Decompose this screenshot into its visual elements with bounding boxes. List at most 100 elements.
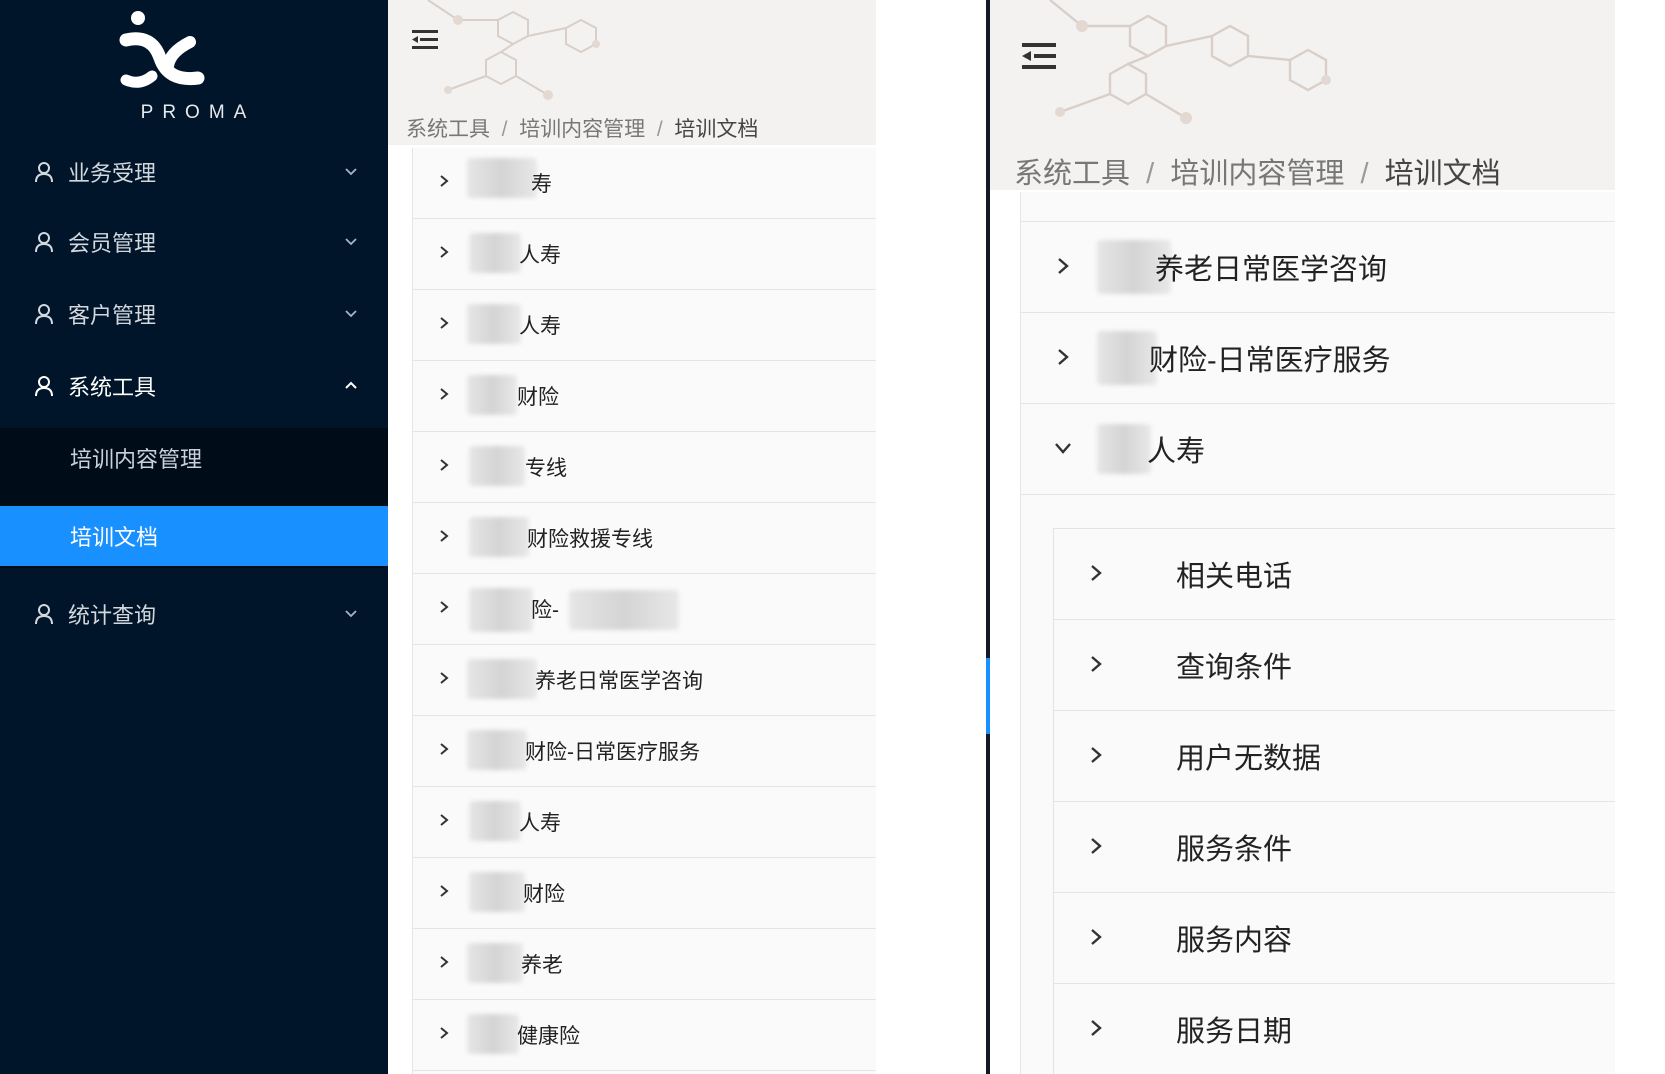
document-collapse-list: 寿 人寿 人寿 财险 专线 财险救援专线 险- 养老日常医学咨询 财险-日常医疗…	[412, 148, 876, 1074]
nested-item-label: 服务内容	[1176, 925, 1293, 957]
menu-item-business[interactable]: 业务受理	[0, 136, 388, 208]
collapse-item[interactable]: 财险-日常医疗服务	[413, 716, 876, 787]
user-icon	[35, 232, 53, 253]
nested-collapse-item[interactable]: 相关电话	[1054, 529, 1615, 620]
chevron-right-icon	[440, 601, 449, 613]
breadcrumb-item[interactable]: 系统工具	[406, 118, 490, 141]
menu-fold-icon[interactable]	[1020, 40, 1060, 72]
menu-item-label: 系统工具	[68, 375, 157, 400]
breadcrumb-item[interactable]: 培训内容管理	[519, 118, 645, 141]
chevron-right-icon	[1091, 838, 1102, 854]
breadcrumb: 系统工具 / 培训内容管理 / 培训文档	[1014, 158, 1501, 190]
chevron-down-icon	[345, 310, 357, 318]
collapse-item[interactable]: 养老日常医学咨询	[1021, 222, 1615, 313]
nested-item-label: 相关电话	[1176, 561, 1293, 593]
user-icon	[35, 604, 53, 625]
chevron-up-icon	[345, 381, 357, 389]
menu-item-system-tools[interactable]: 系统工具	[0, 350, 388, 422]
nested-collapse-list: 相关电话 查询条件 用户无数据 服务条件 服务内容 服务日期	[1053, 528, 1615, 1074]
collapse-item-label: 财险	[523, 883, 565, 906]
chevron-down-icon	[345, 238, 357, 246]
chevron-right-icon	[440, 459, 449, 471]
sidebar: PROMA 业务受理 会员管理 客户管理 系统工具 培训内容管理 培训文档 统计…	[0, 0, 388, 1074]
menu-item-members[interactable]: 会员管理	[0, 206, 388, 278]
nested-item-label: 用户无数据	[1176, 743, 1322, 775]
breadcrumb-item[interactable]: 系统工具	[1014, 158, 1130, 190]
chevron-down-icon	[1055, 443, 1071, 454]
menu-item-label: 业务受理	[68, 161, 157, 186]
chevron-right-icon	[440, 743, 449, 755]
nested-collapse-item[interactable]: 用户无数据	[1054, 711, 1615, 802]
chevron-right-icon	[440, 317, 449, 329]
chevron-right-icon	[1058, 349, 1069, 365]
collapse-item-label: 险-	[531, 599, 559, 622]
molecule-pattern-icon	[427, 0, 600, 100]
molecule-pattern-icon	[1049, 0, 1331, 124]
user-icon	[35, 376, 53, 397]
menu-item-label: 统计查询	[68, 603, 157, 628]
collapse-item-label: 人寿	[1147, 436, 1206, 468]
collapse-item[interactable]: 人寿	[413, 290, 876, 361]
collapse-item[interactable]: 财险-日常医疗服务	[1021, 313, 1615, 404]
chevron-down-icon	[345, 610, 357, 618]
submenu-item-training-docs[interactable]: 培训文档	[0, 506, 388, 566]
collapse-item[interactable]: 养老	[413, 929, 876, 1000]
collapse-item[interactable]: 财险救援专线	[413, 503, 876, 574]
nested-collapse-item[interactable]: 服务日期	[1054, 984, 1615, 1074]
content-panel-left: 系统工具 / 培训内容管理 / 培训文档 寿 人寿 人寿 财险 专线 财险救援专…	[388, 0, 876, 1074]
menu-item-label: 客户管理	[68, 303, 157, 328]
collapse-item-label: 养老	[521, 954, 563, 977]
submenu-item-training-content[interactable]: 培训内容管理	[0, 428, 388, 488]
breadcrumb-current: 培训文档	[674, 118, 759, 141]
collapse-item[interactable]: 财险	[413, 361, 876, 432]
nested-item-label: 服务日期	[1176, 1016, 1293, 1048]
collapse-item-label: 专线	[525, 457, 567, 480]
collapse-item-label: 财险-日常医疗服务	[1149, 345, 1391, 377]
user-icon	[35, 162, 53, 183]
collapse-item-label: 财险-日常医疗服务	[525, 741, 700, 764]
breadcrumb-current: 培训文档	[1384, 158, 1501, 190]
collapse-item-label: 财险	[517, 386, 559, 409]
collapse-item[interactable]: 寿	[413, 148, 876, 219]
collapse-item[interactable]: 健康险	[413, 1000, 876, 1071]
nested-collapse-item[interactable]: 服务条件	[1054, 802, 1615, 893]
collapse-item-label: 人寿	[519, 315, 561, 338]
nested-collapse-item[interactable]: 查询条件	[1054, 620, 1615, 711]
chevron-right-icon	[440, 175, 449, 187]
collapse-item-label: 养老日常医学咨询	[535, 670, 703, 693]
collapse-item-label: 人寿	[519, 244, 561, 267]
chevron-right-icon	[1091, 929, 1102, 945]
submenu-item-label: 培训文档	[70, 525, 159, 550]
collapse-item[interactable]: 人寿	[413, 787, 876, 858]
menu-fold-icon[interactable]	[410, 28, 440, 52]
chevron-right-icon	[1091, 1020, 1102, 1036]
chevron-right-icon	[440, 246, 449, 258]
collapse-item-label: 健康险	[517, 1025, 580, 1048]
collapse-item[interactable]: 养老日常医学咨询	[413, 645, 876, 716]
document-collapse-list-zoomed: 养老日常医学咨询 财险-日常医疗服务 人寿 相关电话 查询条件 用户无数据 服务…	[1020, 192, 1615, 1074]
breadcrumb-item[interactable]: 培训内容管理	[1170, 158, 1344, 190]
chevron-right-icon	[440, 388, 449, 400]
chevron-right-icon	[1091, 565, 1102, 581]
breadcrumb: 系统工具 / 培训内容管理 / 培训文档	[406, 118, 759, 141]
collapse-item-label: 养老日常医学咨询	[1155, 254, 1388, 286]
collapse-item-label: 寿	[531, 173, 552, 196]
collapse-item[interactable]: 专线	[413, 432, 876, 503]
chevron-down-icon	[345, 168, 357, 176]
menu-item-customers[interactable]: 客户管理	[0, 278, 388, 350]
menu-item-statistics[interactable]: 统计查询	[0, 578, 388, 650]
collapse-item[interactable]: 险-	[413, 574, 876, 645]
nested-item-label: 服务条件	[1176, 834, 1293, 866]
submenu-item-label: 培训内容管理	[70, 447, 203, 472]
nested-collapse-item[interactable]: 服务内容	[1054, 893, 1615, 984]
collapse-item-label: 财险救援专线	[527, 528, 653, 551]
collapse-item-expanded[interactable]: 人寿	[1021, 404, 1615, 495]
chevron-right-icon	[1058, 258, 1069, 274]
collapse-item[interactable]: 人寿	[413, 219, 876, 290]
logo-text: PROMA	[140, 102, 256, 123]
header-bar: 系统工具 / 培训内容管理 / 培训文档	[990, 0, 1615, 190]
header-bar: 系统工具 / 培训内容管理 / 培训文档	[388, 0, 876, 145]
collapse-item-label: 人寿	[519, 812, 561, 835]
chevron-right-icon	[1091, 747, 1102, 763]
collapse-item[interactable]: 财险	[413, 858, 876, 929]
